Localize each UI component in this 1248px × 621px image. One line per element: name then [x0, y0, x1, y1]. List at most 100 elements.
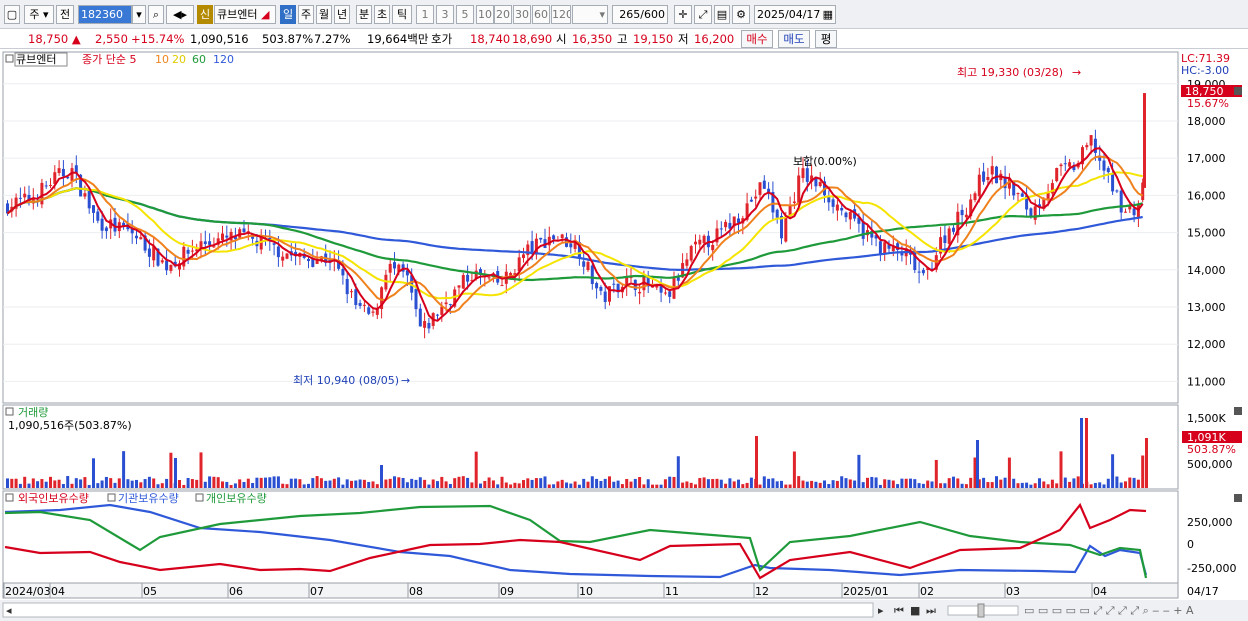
tab-week[interactable]: 주 [298, 5, 314, 24]
volume-bar [1068, 481, 1072, 488]
low-annotation: 최저 10,940 (08/05) [293, 374, 399, 387]
tab-day[interactable]: 일 [280, 5, 296, 24]
open-price: 16,350 [572, 32, 613, 46]
buy-button[interactable]: 매수 [741, 30, 773, 48]
x-tick-label: 10 [579, 585, 593, 598]
eval-button[interactable]: 평 [815, 30, 837, 48]
volume-bar [324, 480, 328, 488]
candle-body [1020, 193, 1024, 197]
crosshair-icon[interactable]: ✛ [674, 5, 692, 24]
scroll-left-icon[interactable]: ◂ [6, 604, 12, 617]
volume-bar [307, 483, 310, 488]
volume-bar [715, 478, 719, 488]
tab-minute[interactable]: 분 [356, 5, 372, 24]
candle-body [805, 168, 809, 182]
volume-bar [1089, 484, 1093, 488]
price-panel-close-icon[interactable] [1234, 87, 1242, 95]
holdings-close-icon[interactable] [1234, 494, 1242, 502]
volume-bar [900, 478, 904, 488]
open-label: 시 [556, 32, 567, 46]
volume-bar [990, 482, 994, 488]
volume-bar [844, 478, 848, 488]
x-tick-label: 12 [755, 585, 769, 598]
code-input[interactable]: 182360 [78, 5, 132, 24]
candle-body [1055, 168, 1059, 182]
candle-body [272, 243, 276, 245]
candle-body [1016, 193, 1020, 195]
volume-bar [676, 456, 680, 488]
search-icon[interactable]: ⌕ [148, 5, 164, 24]
gear-icon[interactable]: ⚙ [732, 5, 750, 24]
interval-120[interactable]: 120 [551, 5, 571, 24]
print-icon[interactable]: ▤ [714, 5, 730, 24]
interval-30[interactable]: 30 [513, 5, 531, 24]
tab-month[interactable]: 월 [316, 5, 332, 24]
candle-body [427, 322, 431, 329]
volume-bar [143, 479, 147, 488]
sell-button[interactable]: 매도 [778, 30, 810, 48]
volume-bar [711, 479, 715, 488]
count-input[interactable]: 265/600 [612, 5, 668, 24]
holdings-tick-neg250k: -250,000 [1187, 562, 1236, 575]
tool-icons[interactable]: ▭ ▭ ▭ ▭ ▭ ⤢ ⤢ ⤢ ⤢ ⌕ ‒ ‒ + A [1024, 604, 1194, 617]
legend-individual: 개인보유수량 [206, 492, 267, 505]
tab-tick[interactable]: 틱 [392, 5, 412, 24]
scrollbar-track[interactable] [2, 602, 874, 618]
candle-body [418, 308, 422, 327]
volume-bar [1046, 484, 1050, 488]
period-select[interactable]: 주 ▾ [24, 5, 54, 24]
interval-10[interactable]: 10 [476, 5, 494, 24]
volume-bar [642, 484, 646, 488]
draw-icon[interactable]: ⤢ [694, 5, 712, 24]
interval-dropdown[interactable]: ▾ [572, 5, 608, 24]
legend-ma60: 60 [192, 53, 206, 66]
candle-body [1119, 190, 1123, 213]
volume-bar [827, 484, 831, 488]
stock-name[interactable]: 큐브엔터 ◢ [214, 5, 276, 24]
scroll-right-icon[interactable]: ▸ [878, 604, 884, 617]
interval-20[interactable]: 20 [494, 5, 512, 24]
volume-value: 1,090,516주(503.87%) [8, 419, 132, 432]
volume-bar [298, 479, 302, 488]
volume-close-icon[interactable] [1234, 407, 1242, 415]
interval-60[interactable]: 60 [532, 5, 550, 24]
volume-bar [126, 479, 130, 488]
rewind-icon[interactable]: ⏮ [894, 604, 904, 617]
interval-3[interactable]: 3 [436, 5, 454, 24]
volume-bar [534, 478, 538, 488]
volume-bar [1119, 482, 1123, 488]
speaker-icon[interactable]: ◀▸ [166, 5, 194, 24]
current-pct-text: 15.67% [1187, 97, 1229, 110]
volume-bar [749, 477, 753, 488]
stop-icon[interactable]: ■ [910, 604, 920, 617]
legend-ma120: 120 [213, 53, 234, 66]
volume-bar [246, 478, 250, 488]
interval-1[interactable]: 1 [416, 5, 434, 24]
chart-area[interactable]: 큐브엔터 종가 단순 5 10 20 60 120 최고 19,330 (03/… [0, 50, 1248, 621]
tab-second[interactable]: 초 [374, 5, 390, 24]
candle-body [1106, 168, 1110, 173]
layout-icon[interactable]: ▢ [4, 5, 20, 24]
zoom-slider-handle[interactable] [977, 603, 985, 618]
volume-bar [212, 476, 216, 488]
forward-icon[interactable]: ⏭ [926, 604, 936, 617]
volume-bar [909, 478, 912, 488]
volume-spike [1145, 438, 1148, 488]
volume-bar [625, 478, 629, 488]
volume-bar [995, 476, 998, 488]
candle-body [595, 283, 599, 289]
code-dropdown-icon[interactable]: ▾ [132, 5, 146, 24]
candle-body [784, 217, 788, 242]
volume-bar [156, 484, 160, 488]
interval-5[interactable]: 5 [456, 5, 474, 24]
volume-bar [706, 479, 710, 488]
volume-bar [1141, 455, 1145, 488]
candle-body [87, 190, 91, 209]
volume-bar [423, 479, 427, 488]
candle-body [590, 265, 594, 285]
tab-year[interactable]: 년 [334, 5, 350, 24]
candle-body [603, 291, 607, 302]
price-tick-label: 16,000 [1187, 189, 1226, 202]
date-input[interactable]: 2025/04/17 ▦ [754, 5, 836, 24]
all-button[interactable]: 전 [56, 5, 74, 24]
